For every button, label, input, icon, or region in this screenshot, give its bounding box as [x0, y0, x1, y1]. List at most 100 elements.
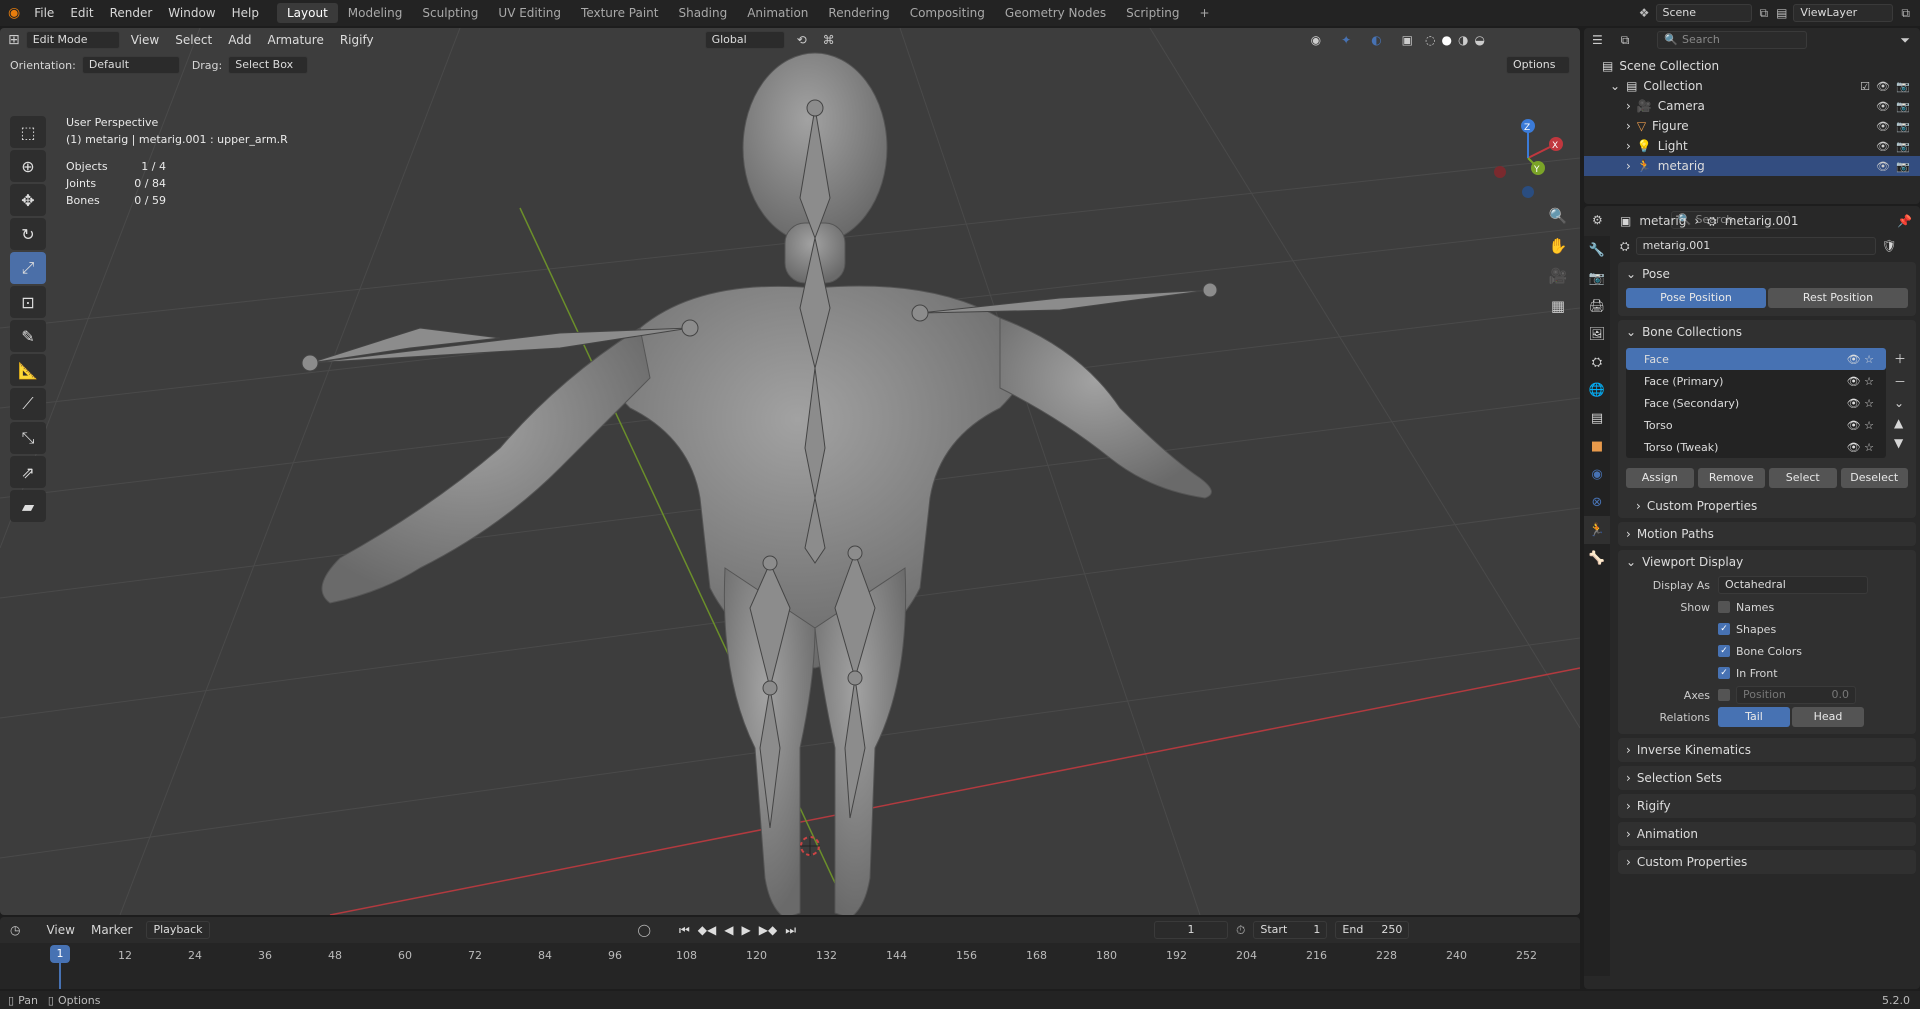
timeline-editor-type-icon[interactable]: ◷	[10, 923, 20, 937]
tool-tab-icon[interactable]: 🔧	[1584, 236, 1610, 264]
blender-logo-icon[interactable]: ◉	[0, 5, 26, 21]
pose-position-button[interactable]: Pose Position	[1626, 288, 1766, 308]
camera-render-icon[interactable]: 📷	[1896, 160, 1910, 173]
tab-uv-editing[interactable]: UV Editing	[488, 3, 571, 23]
menu-armature[interactable]: Armature	[262, 33, 328, 47]
editor-type-icon[interactable]: ⊞	[8, 32, 20, 48]
play-reverse-icon[interactable]: ◀	[724, 923, 733, 937]
deselect-button[interactable]: Deselect	[1840, 468, 1908, 488]
eye-icon[interactable]: 👁	[1876, 100, 1890, 113]
tab-texture-paint[interactable]: Texture Paint	[571, 3, 668, 23]
axes-position-field[interactable]: Position 0.0	[1736, 686, 1856, 704]
expand-chevron-icon[interactable]: ›	[1626, 139, 1631, 153]
xray-toggle-icon[interactable]: ▣	[1402, 33, 1413, 47]
outliner-item-collection[interactable]: ⌄ ▤ Collection ☑ 👁 📷	[1584, 76, 1920, 96]
tab-modeling[interactable]: Modeling	[338, 3, 413, 23]
shading-rendered-icon[interactable]: ◒	[1474, 33, 1484, 47]
keyframe-record-icon[interactable]: ◯	[638, 923, 651, 937]
bone-collection-item[interactable]: Torso (Tweak) 👁 ☆	[1626, 436, 1886, 458]
snap-icon[interactable]: ⌘	[823, 33, 835, 47]
eye-star-icon[interactable]: 👁 ☆	[1847, 397, 1874, 410]
outliner-editor-icon[interactable]: ☰	[1592, 33, 1603, 47]
fake-user-shield-icon[interactable]: 🛡	[1882, 239, 1897, 253]
collection-tab-icon[interactable]: ▤	[1584, 404, 1610, 432]
mode-selector[interactable]: Edit Mode	[25, 31, 120, 49]
camera-render-icon[interactable]: 📷	[1896, 120, 1910, 133]
overlay-toggle-icon[interactable]: ◐	[1371, 33, 1381, 47]
panel-header[interactable]: › Animation	[1618, 822, 1916, 846]
tab-rendering[interactable]: Rendering	[818, 3, 899, 23]
camera-render-icon[interactable]: 📷	[1896, 140, 1910, 153]
eye-icon[interactable]: 👁	[1876, 120, 1890, 133]
visibility-icon[interactable]: ◉	[1311, 33, 1321, 47]
inverse-kinematics-panel[interactable]: › Inverse Kinematics	[1618, 738, 1916, 762]
rotate-tool[interactable]: ↻	[10, 218, 46, 250]
tab-compositing[interactable]: Compositing	[900, 3, 995, 23]
new-scene-icon[interactable]: ⧉	[1760, 6, 1769, 21]
world-tab-icon[interactable]: 🌐	[1584, 376, 1610, 404]
selection-sets-panel[interactable]: › Selection Sets	[1618, 766, 1916, 790]
scene-field[interactable]: Scene	[1655, 4, 1752, 22]
view-layer-tab-icon[interactable]: 🖼	[1584, 320, 1610, 348]
bone-collection-item[interactable]: Face (Primary) 👁 ☆	[1626, 370, 1886, 392]
tab-sculpting[interactable]: Sculpting	[412, 3, 488, 23]
orientation-select[interactable]: Default	[81, 56, 180, 74]
shapes-checkbox[interactable]: ✓	[1718, 623, 1730, 635]
outliner-item-scene-collection[interactable]: ▤ Scene Collection	[1584, 56, 1920, 76]
menu-rigify[interactable]: Rigify	[335, 33, 379, 47]
current-frame-field[interactable]: 1	[1154, 921, 1229, 939]
eye-star-icon[interactable]: 👁 ☆	[1847, 419, 1874, 432]
shading-material-icon[interactable]: ◑	[1458, 33, 1468, 47]
outliner-search[interactable]: 🔍 Search	[1657, 31, 1808, 49]
armature-data-tab-icon[interactable]: 🏃	[1584, 516, 1610, 544]
names-checkbox[interactable]	[1718, 601, 1730, 613]
expand-chevron-icon[interactable]: ›	[1626, 119, 1631, 133]
properties-editor[interactable]: ⚙ 🔍 Search 🔧 📷 🖨 🖼 ⛭ 🌐 ▤ ■ ◉ ⊗ 🏃 🦴 ▣ meta…	[1584, 206, 1920, 989]
jump-prev-keyframe-icon[interactable]: ◆◀	[698, 923, 716, 937]
jump-next-keyframe-icon[interactable]: ▶◆	[759, 923, 777, 937]
zoom-icon[interactable]: 🔍	[1546, 204, 1570, 228]
eye-icon[interactable]: 👁	[1876, 160, 1890, 173]
bone-collections-header[interactable]: ⌄ Bone Collections	[1618, 320, 1916, 344]
bone-collection-item[interactable]: Torso 👁 ☆	[1626, 414, 1886, 436]
outliner-item-metarig[interactable]: › 🏃 metarig 👁 📷	[1584, 156, 1920, 176]
remove-icon[interactable]: －	[1894, 373, 1916, 390]
custom-properties-panel[interactable]: › Custom Properties	[1618, 850, 1916, 874]
roll-tool[interactable]: ⟋	[10, 388, 46, 420]
timeline-ruler[interactable]: 1 12 24 36 48 60 72 84 96 108 120 132 14…	[0, 943, 1580, 989]
menu-window[interactable]: Window	[160, 6, 223, 20]
panel-header[interactable]: › Custom Properties	[1618, 850, 1916, 874]
eye-star-icon[interactable]: 👁 ☆	[1847, 375, 1874, 388]
relations-head-button[interactable]: Head	[1792, 707, 1864, 727]
timeline-menu-marker[interactable]: Marker	[91, 923, 132, 937]
menu-add[interactable]: Add	[223, 33, 256, 47]
jump-start-icon[interactable]: ⏮	[679, 923, 690, 938]
rest-position-button[interactable]: Rest Position	[1768, 288, 1908, 308]
bone-tab-icon[interactable]: 🦴	[1584, 544, 1610, 572]
panel-header[interactable]: › Rigify	[1618, 794, 1916, 818]
menu-render[interactable]: Render	[102, 6, 161, 20]
camera-view-icon[interactable]: 🎥	[1546, 264, 1570, 288]
pin-icon[interactable]: 📌	[1897, 214, 1912, 228]
shear-tool[interactable]: ▰	[10, 490, 46, 522]
tab-animation[interactable]: Animation	[737, 3, 818, 23]
pan-hand-icon[interactable]: ✋	[1546, 234, 1570, 258]
transform-tool[interactable]: ⊡	[10, 286, 46, 318]
tab-shading[interactable]: Shading	[668, 3, 737, 23]
eye-icon[interactable]: 👁	[1876, 140, 1890, 153]
bone-collection-item[interactable]: Face (Secondary) 👁 ☆	[1626, 392, 1886, 414]
outliner[interactable]: ☰ ⧉ 🔍 Search ⏷ ▤ Scene Collection ⌄ ▤ Col…	[1584, 28, 1920, 204]
select-box-tool[interactable]: ⬚	[10, 116, 46, 148]
play-icon[interactable]: ▶	[742, 923, 751, 937]
motion-paths-panel[interactable]: › Motion Paths	[1618, 522, 1916, 546]
end-frame-field[interactable]: End 250	[1335, 921, 1410, 939]
expand-chevron-icon[interactable]: ›	[1626, 159, 1631, 173]
outliner-item-figure[interactable]: › ▽ Figure 👁 📷	[1584, 116, 1920, 136]
expand-chevron-icon[interactable]: ›	[1626, 99, 1631, 113]
bone-collection-item[interactable]: Face 👁 ☆	[1626, 348, 1886, 370]
properties-editor-icon[interactable]: ⚙	[1592, 213, 1603, 227]
camera-render-icon[interactable]: 📷	[1896, 80, 1910, 93]
menu-file[interactable]: File	[26, 6, 62, 20]
annotate-tool[interactable]: ✎	[10, 320, 46, 352]
timeline-menu-view[interactable]: View	[46, 923, 74, 937]
